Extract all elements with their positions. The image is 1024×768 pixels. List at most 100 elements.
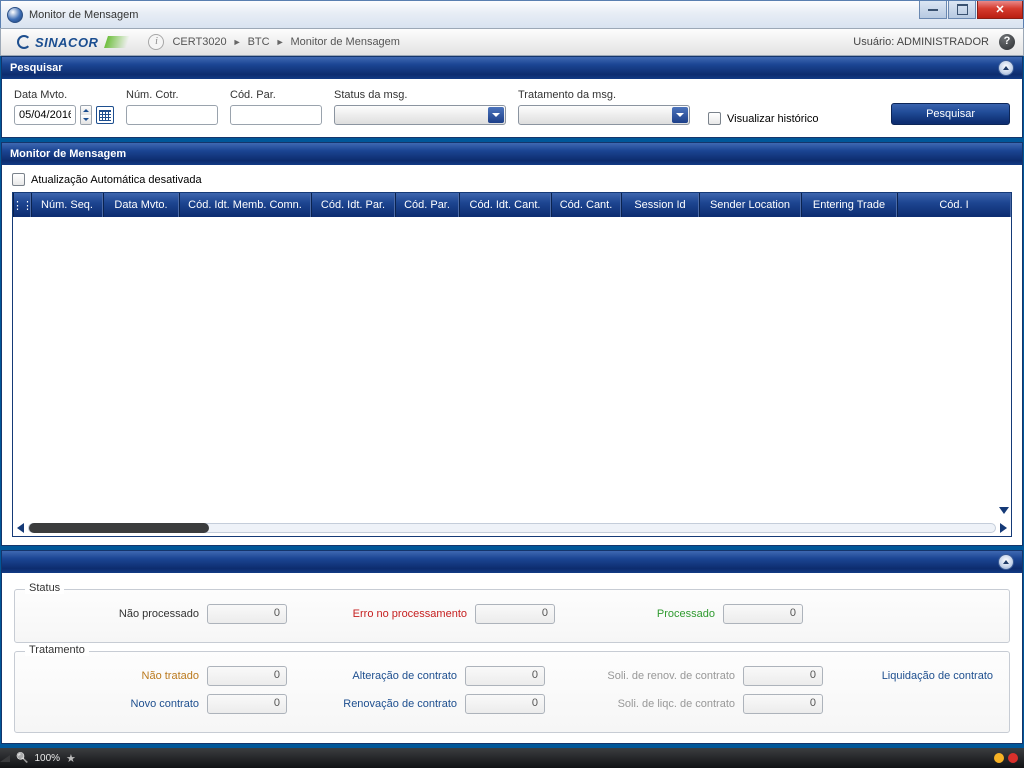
info-icon[interactable]: i <box>148 34 164 50</box>
window: Monitor de Mensagem SINACOR i CERT3020 ►… <box>0 0 1024 768</box>
val-novo-contrato: 0 <box>207 694 287 714</box>
auto-update-label: Atualização Automática desativada <box>31 174 202 186</box>
crumb-3[interactable]: Monitor de Mensagem <box>291 36 400 48</box>
select-tratamento-msg[interactable] <box>518 105 690 125</box>
user-name: ADMINISTRADOR <box>897 36 989 48</box>
input-cod-par[interactable] <box>230 105 322 125</box>
label-num-cotr: Núm. Cotr. <box>126 89 218 101</box>
search-form: Data Mvto. Núm. Cotr. Cód. Pa <box>2 79 1022 137</box>
col-entering-trade[interactable]: Entering Trade <box>801 193 897 217</box>
col-data-mvto[interactable]: Data Mvto. <box>103 193 179 217</box>
col-cod-truncated[interactable]: Cód. I <box>897 193 1011 217</box>
collapse-icon[interactable] <box>998 60 1014 76</box>
star-icon[interactable]: ★ <box>66 752 76 765</box>
scroll-left-icon[interactable] <box>17 523 24 533</box>
col-session-id[interactable]: Session Id <box>621 193 699 217</box>
date-spinner[interactable] <box>80 105 92 125</box>
lbl-liquidacao: Liquidação de contrato <box>843 670 993 682</box>
zoom-value: 100% <box>34 753 60 764</box>
hscroll-thumb[interactable] <box>29 523 209 533</box>
checkbox-box-icon <box>12 173 25 186</box>
lbl-processado: Processado <box>575 608 715 620</box>
data-grid: ⋮⋮ Núm. Seq. Data Mvto. Cód. Idt. Memb. … <box>12 192 1012 537</box>
select-status-msg[interactable] <box>334 105 506 125</box>
label-status-msg: Status da msg. <box>334 89 506 101</box>
crumb-sep-icon: ► <box>233 37 242 47</box>
checkbox-historico[interactable]: Visualizar histórico <box>708 112 819 125</box>
input-data-mvto[interactable] <box>14 105 76 125</box>
logo-accent-icon <box>106 36 128 48</box>
col-cod-idt-cant[interactable]: Cód. Idt. Cant. <box>459 193 551 217</box>
lbl-erro-proc: Erro no processamento <box>307 608 467 620</box>
checkbox-auto-update[interactable]: Atualização Automática desativada <box>12 173 1012 186</box>
lbl-alteracao: Alteração de contrato <box>307 670 457 682</box>
group-status: Status Não processado 0 Erro no processa… <box>14 589 1010 643</box>
val-sol-renov: 0 <box>743 666 823 686</box>
close-button[interactable] <box>977 1 1023 19</box>
hscroll-track[interactable] <box>28 523 996 533</box>
app-icon <box>7 7 23 23</box>
search-panel: Pesquisar Data Mvto. Núm. <box>1 56 1023 138</box>
val-nao-processado: 0 <box>207 604 287 624</box>
search-button[interactable]: Pesquisar <box>891 103 1010 125</box>
corner-icon <box>0 755 10 762</box>
field-cod-par: Cód. Par. <box>230 89 322 125</box>
chevron-down-icon <box>488 107 504 123</box>
input-num-cotr[interactable] <box>126 105 218 125</box>
search-panel-title: Pesquisar <box>10 62 63 74</box>
help-icon[interactable]: ? <box>999 34 1015 50</box>
maximize-button[interactable] <box>948 1 976 19</box>
val-sol-liq: 0 <box>743 694 823 714</box>
col-cod-idt-memb[interactable]: Cód. Idt. Memb. Comn. <box>179 193 311 217</box>
val-alteracao: 0 <box>465 666 545 686</box>
chevron-down-icon <box>672 107 688 123</box>
field-data-mvto: Data Mvto. <box>14 89 114 125</box>
grid-panel-title: Monitor de Mensagem <box>10 148 126 160</box>
crumb-2[interactable]: BTC <box>248 36 270 48</box>
val-processado: 0 <box>723 604 803 624</box>
zoom-icon[interactable] <box>16 753 28 764</box>
lbl-sol-renov: Soli. de renov. de contrato <box>565 670 735 682</box>
app-header: SINACOR i CERT3020 ► BTC ► Monitor de Me… <box>0 28 1024 56</box>
checkbox-label: Visualizar histórico <box>727 113 819 125</box>
group-tratamento: Tratamento Não tratado 0 Alteração de co… <box>14 651 1010 733</box>
collapse-icon[interactable] <box>998 554 1014 570</box>
lbl-nao-processado: Não processado <box>59 608 199 620</box>
status-bar: 100% ★ <box>0 748 1024 768</box>
summary-panel-header <box>2 551 1022 573</box>
calendar-icon <box>99 110 111 121</box>
minimize-button[interactable] <box>919 1 947 19</box>
label-data-mvto: Data Mvto. <box>14 89 114 101</box>
window-title: Monitor de Mensagem <box>29 9 138 21</box>
lbl-novo-contrato: Novo contrato <box>59 698 199 710</box>
lbl-sol-liq: Soli. de liqc. de contrato <box>565 698 735 710</box>
label-tratamento-msg: Tratamento da msg. <box>518 89 690 101</box>
col-cod-idt-par[interactable]: Cód. Idt. Par. <box>311 193 395 217</box>
col-cod-par[interactable]: Cód. Par. <box>395 193 459 217</box>
status-dot-error-icon[interactable] <box>1008 753 1018 763</box>
client-area: Pesquisar Data Mvto. Núm. <box>0 56 1024 748</box>
label-cod-par: Cód. Par. <box>230 89 322 101</box>
status-dot-warning-icon[interactable] <box>994 753 1004 763</box>
spinner-down-icon[interactable] <box>81 115 91 124</box>
scroll-down-icon[interactable] <box>999 507 1009 514</box>
field-tratamento-msg: Tratamento da msg. <box>518 89 690 125</box>
calendar-button[interactable] <box>96 106 114 124</box>
grid-handle-icon[interactable]: ⋮⋮ <box>13 193 31 217</box>
spinner-up-icon[interactable] <box>81 106 91 115</box>
group-tratamento-legend: Tratamento <box>25 644 89 656</box>
grid-body: Atualização Automática desativada ⋮⋮ Núm… <box>2 165 1022 545</box>
val-liquidacao <box>1001 666 1013 686</box>
val-renovacao: 0 <box>465 694 545 714</box>
col-num-seq[interactable]: Núm. Seq. <box>31 193 103 217</box>
brand-logo: SINACOR <box>9 35 136 50</box>
summary-panel: Status Não processado 0 Erro no processa… <box>1 550 1023 744</box>
val-erro-proc: 0 <box>475 604 555 624</box>
col-sender-loc[interactable]: Sender Location <box>699 193 801 217</box>
user-label: Usuário: <box>853 36 894 48</box>
logo-text: SINACOR <box>35 35 98 50</box>
checkbox-box-icon <box>708 112 721 125</box>
col-cod-cant[interactable]: Cód. Cant. <box>551 193 621 217</box>
scroll-right-icon[interactable] <box>1000 523 1007 533</box>
crumb-1[interactable]: CERT3020 <box>172 36 226 48</box>
